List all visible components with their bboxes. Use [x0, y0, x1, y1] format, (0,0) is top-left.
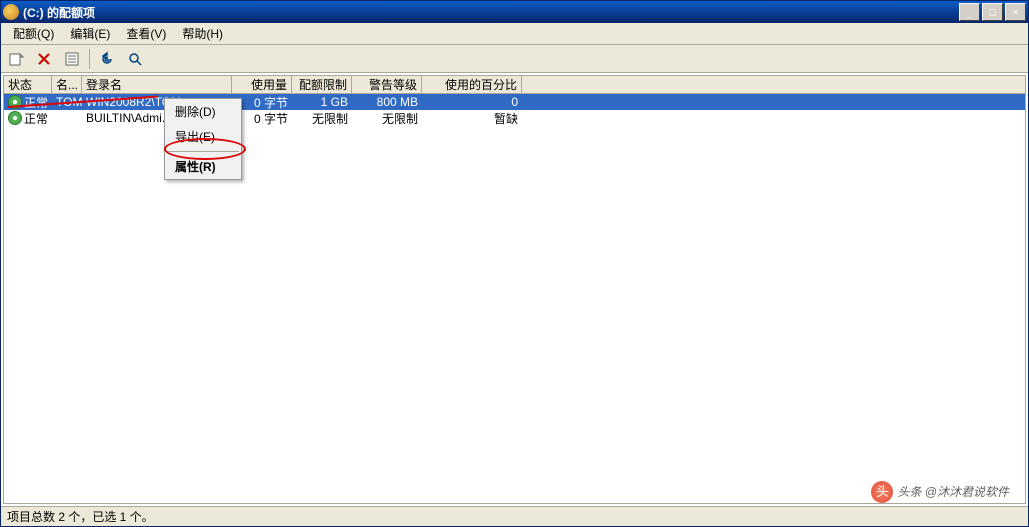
col-header-3[interactable]: 使用量 [232, 76, 292, 93]
col-header-5[interactable]: 警告等级 [352, 76, 422, 93]
undo-button[interactable] [96, 48, 118, 70]
menu-quota[interactable]: 配额(Q) [5, 23, 62, 44]
find-button[interactable] [124, 48, 146, 70]
titlebar[interactable]: (C:) 的配额项 _ □ ✕ [1, 1, 1028, 23]
cell: 无限制 [292, 110, 352, 126]
drive-icon [3, 4, 19, 20]
ctx-export[interactable]: 导出(E) [165, 124, 241, 149]
status-text: 项目总数 2 个，已选 1 个。 [7, 508, 154, 525]
quota-window: (C:) 的配额项 _ □ ✕ 配额(Q) 编辑(E) 查看(V) 帮助(H) … [0, 0, 1029, 527]
cell: 正常 [4, 110, 52, 126]
data-rows: 正常TOMWIN2008R2\TOM0 字节1 GB800 MB0正常BUILT… [4, 94, 1025, 126]
delete-button[interactable] [33, 48, 55, 70]
col-header-6[interactable]: 使用的百分比 [422, 76, 522, 93]
toolbar-separator [89, 49, 90, 69]
column-headers: 状态名...登录名使用量配额限制警告等级使用的百分比 [4, 76, 1025, 94]
table-row[interactable]: 正常BUILTIN\Admi...0 字节无限制无限制暂缺 [4, 110, 1025, 126]
cell: 正常 [4, 94, 52, 110]
maximize-button[interactable]: □ [982, 3, 1003, 21]
ctx-separator [167, 151, 239, 152]
minimize-button[interactable]: _ [959, 3, 980, 21]
ctx-delete[interactable]: 删除(D) [165, 99, 241, 124]
col-header-4[interactable]: 配额限制 [292, 76, 352, 93]
close-button[interactable]: ✕ [1005, 3, 1026, 21]
table-row[interactable]: 正常TOMWIN2008R2\TOM0 字节1 GB800 MB0 [4, 94, 1025, 110]
window-controls: _ □ ✕ [959, 3, 1026, 21]
statusbar: 项目总数 2 个，已选 1 个。 [1, 506, 1028, 526]
properties-button[interactable] [61, 48, 83, 70]
cell [52, 110, 82, 126]
menu-edit[interactable]: 编辑(E) [62, 23, 118, 44]
cell: 800 MB [352, 94, 422, 110]
menu-view[interactable]: 查看(V) [118, 23, 174, 44]
cell: 0 [422, 94, 522, 110]
window-title: (C:) 的配额项 [23, 4, 959, 21]
col-header-1[interactable]: 名... [52, 76, 82, 93]
context-menu: 删除(D) 导出(E) 属性(R) [164, 98, 242, 180]
cell: TOM [52, 94, 82, 110]
status-ok-icon [8, 95, 22, 109]
status-ok-icon [8, 111, 22, 125]
new-entry-button[interactable] [5, 48, 27, 70]
cell: 无限制 [352, 110, 422, 126]
col-header-0[interactable]: 状态 [4, 76, 52, 93]
cell: 1 GB [292, 94, 352, 110]
col-header-2[interactable]: 登录名 [82, 76, 232, 93]
toolbar [1, 45, 1028, 73]
menu-help[interactable]: 帮助(H) [174, 23, 231, 44]
menubar: 配额(Q) 编辑(E) 查看(V) 帮助(H) [1, 23, 1028, 45]
quota-list[interactable]: 状态名...登录名使用量配额限制警告等级使用的百分比 正常TOMWIN2008R… [4, 76, 1025, 126]
cell: 暂缺 [422, 110, 522, 126]
ctx-properties[interactable]: 属性(R) [165, 154, 241, 179]
content-area: 状态名...登录名使用量配额限制警告等级使用的百分比 正常TOMWIN2008R… [3, 75, 1026, 504]
